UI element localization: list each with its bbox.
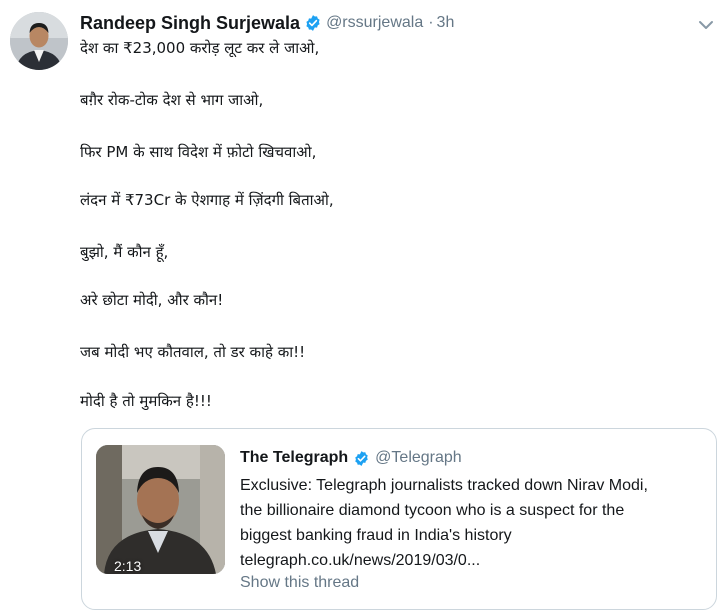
quoted-text: Exclusive: Telegraph journalists tracked… [240, 473, 710, 573]
quoted-text-line: the billionaire diamond tycoon who is a … [240, 502, 625, 519]
author-avatar[interactable] [10, 12, 68, 70]
separator-dot: · [428, 14, 434, 31]
chevron-down-icon[interactable] [696, 15, 716, 35]
verified-badge-icon [355, 450, 368, 466]
tweet-line: मोदी है तो मुमकिन है!!! [80, 392, 212, 410]
author-name[interactable]: Randeep Singh Surjewala [80, 13, 300, 34]
quoted-author-name[interactable]: The Telegraph [240, 449, 348, 467]
tweet-header: Randeep Singh Surjewala @rssurjewala · 3… [80, 11, 454, 35]
tweet-line: देश का ₹23,000 करोड़ लूट कर ले जाओ, [80, 39, 320, 57]
tweet-line: जब मोदी भए कौतवाल, तो डर काहे का!! [80, 343, 306, 361]
video-thumbnail[interactable]: 2:13 [96, 445, 225, 574]
video-duration: 2:13 [114, 558, 142, 574]
verified-badge-icon [306, 15, 320, 31]
tweet[interactable]: Randeep Singh Surjewala @rssurjewala · 3… [0, 0, 720, 610]
quoted-tweet-card[interactable]: 2:13 The Telegraph @Telegraph Exclusive:… [81, 428, 717, 610]
quoted-link[interactable]: telegraph.co.uk/news/2019/03/0... [240, 548, 710, 573]
quoted-header: The Telegraph @Telegraph [240, 447, 462, 469]
tweet-line: बग़ैर रोक-टोक देश से भाग जाओ, [80, 91, 264, 109]
show-thread-link[interactable]: Show this thread [240, 574, 359, 592]
quoted-text-line: biggest banking fraud in India's history [240, 527, 512, 544]
tweet-line: फिर PM के साथ विदेश में फ़ोटो खिचवाओ, [80, 143, 317, 161]
profile-photo [10, 12, 68, 70]
person-photo [96, 445, 225, 574]
tweet-line: बुझो, मैं कौन हूँ, [80, 243, 169, 261]
tweet-line: लंदन में ₹73Cr के ऐशगाह में ज़िंदगी बिता… [80, 191, 334, 209]
tweet-line: अरे छोटा मोदी, और कौन! [80, 291, 224, 309]
quoted-author-handle[interactable]: @Telegraph [375, 449, 462, 467]
author-handle[interactable]: @rssurjewala [326, 14, 423, 32]
quoted-text-line: Exclusive: Telegraph journalists tracked… [240, 477, 648, 494]
tweet-timestamp[interactable]: 3h [437, 14, 455, 32]
